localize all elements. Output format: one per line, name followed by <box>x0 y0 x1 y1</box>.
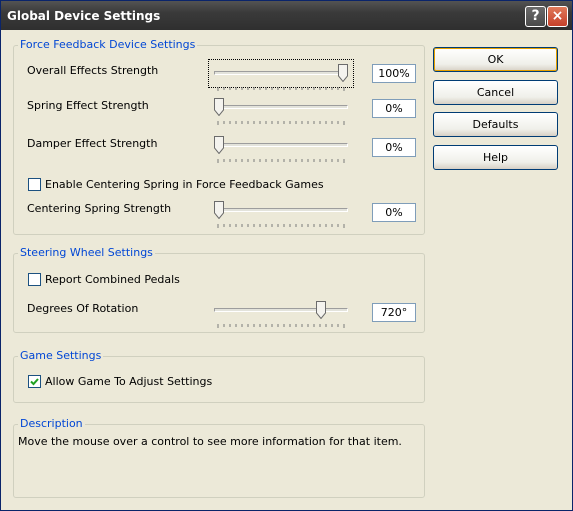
dialog-window: Global Device Settings ? × Force Feedbac… <box>0 0 573 511</box>
overall-effects-value: 100% <box>372 64 416 83</box>
slider-thumb[interactable] <box>214 201 224 219</box>
window-title: Global Device Settings <box>7 9 161 23</box>
slider-ticks <box>217 87 345 91</box>
spring-effect-label: Spring Effect Strength <box>27 99 149 112</box>
slider-ticks <box>217 224 345 228</box>
force-feedback-group-title: Force Feedback Device Settings <box>18 38 198 51</box>
slider-track <box>214 105 348 109</box>
steering-wheel-group-title: Steering Wheel Settings <box>18 246 155 259</box>
degrees-rotation-slider[interactable] <box>214 300 348 330</box>
dialog-client: Force Feedback Device Settings Overall E… <box>5 30 568 508</box>
damper-effect-slider[interactable] <box>214 135 348 165</box>
centering-spring-value: 0% <box>372 203 416 222</box>
description-group-title: Description <box>18 417 85 430</box>
slider-thumb[interactable] <box>214 98 224 116</box>
game-settings-group-title: Game Settings <box>18 349 104 362</box>
centering-spring-label: Centering Spring Strength <box>27 202 172 215</box>
close-title-button[interactable]: × <box>547 6 568 27</box>
slider-ticks <box>217 121 345 125</box>
description-group: Description Move the mouse over a contro… <box>13 417 425 498</box>
slider-track <box>214 71 348 75</box>
damper-effect-value: 0% <box>372 138 416 157</box>
cancel-button[interactable]: Cancel <box>433 80 558 105</box>
slider-thumb[interactable] <box>338 64 348 82</box>
allow-game-adjust-label[interactable]: Allow Game To Adjust Settings <box>45 375 212 388</box>
game-settings-group: Game Settings Allow Game To Adjust Setti… <box>13 349 425 403</box>
help-title-button[interactable]: ? <box>525 6 546 27</box>
overall-effects-slider[interactable] <box>214 63 348 93</box>
spring-effect-slider[interactable] <box>214 97 348 127</box>
overall-effects-label: Overall Effects Strength <box>27 64 159 77</box>
slider-thumb[interactable] <box>214 136 224 154</box>
ok-button[interactable]: OK <box>433 47 558 72</box>
report-combined-pedals-checkbox[interactable] <box>28 273 41 286</box>
checkmark-icon <box>30 378 39 386</box>
spring-effect-value: 0% <box>372 99 416 118</box>
force-feedback-group: Force Feedback Device Settings Overall E… <box>13 38 425 235</box>
slider-ticks <box>217 159 345 163</box>
slider-thumb[interactable] <box>315 301 326 319</box>
degrees-rotation-label: Degrees Of Rotation <box>27 302 139 315</box>
allow-game-adjust-checkbox[interactable] <box>28 375 41 388</box>
enable-centering-label[interactable]: Enable Centering Spring in Force Feedbac… <box>45 178 324 191</box>
slider-track <box>214 208 348 212</box>
question-icon: ? <box>531 8 540 24</box>
title-bar[interactable]: Global Device Settings ? × <box>1 1 572 30</box>
degrees-rotation-value: 720° <box>372 303 416 322</box>
description-text: Move the mouse over a control to see mor… <box>18 435 402 448</box>
steering-wheel-group: Steering Wheel Settings Report Combined … <box>13 246 425 333</box>
damper-effect-label: Damper Effect Strength <box>27 137 158 150</box>
close-icon: × <box>551 8 564 24</box>
slider-track <box>214 308 348 312</box>
enable-centering-checkbox[interactable] <box>28 178 41 191</box>
slider-ticks <box>217 324 345 328</box>
defaults-button[interactable]: Defaults <box>433 112 558 137</box>
help-button[interactable]: Help <box>433 145 558 170</box>
report-combined-pedals-label[interactable]: Report Combined Pedals <box>45 273 180 286</box>
slider-track <box>214 143 348 147</box>
centering-spring-slider[interactable] <box>214 200 348 230</box>
